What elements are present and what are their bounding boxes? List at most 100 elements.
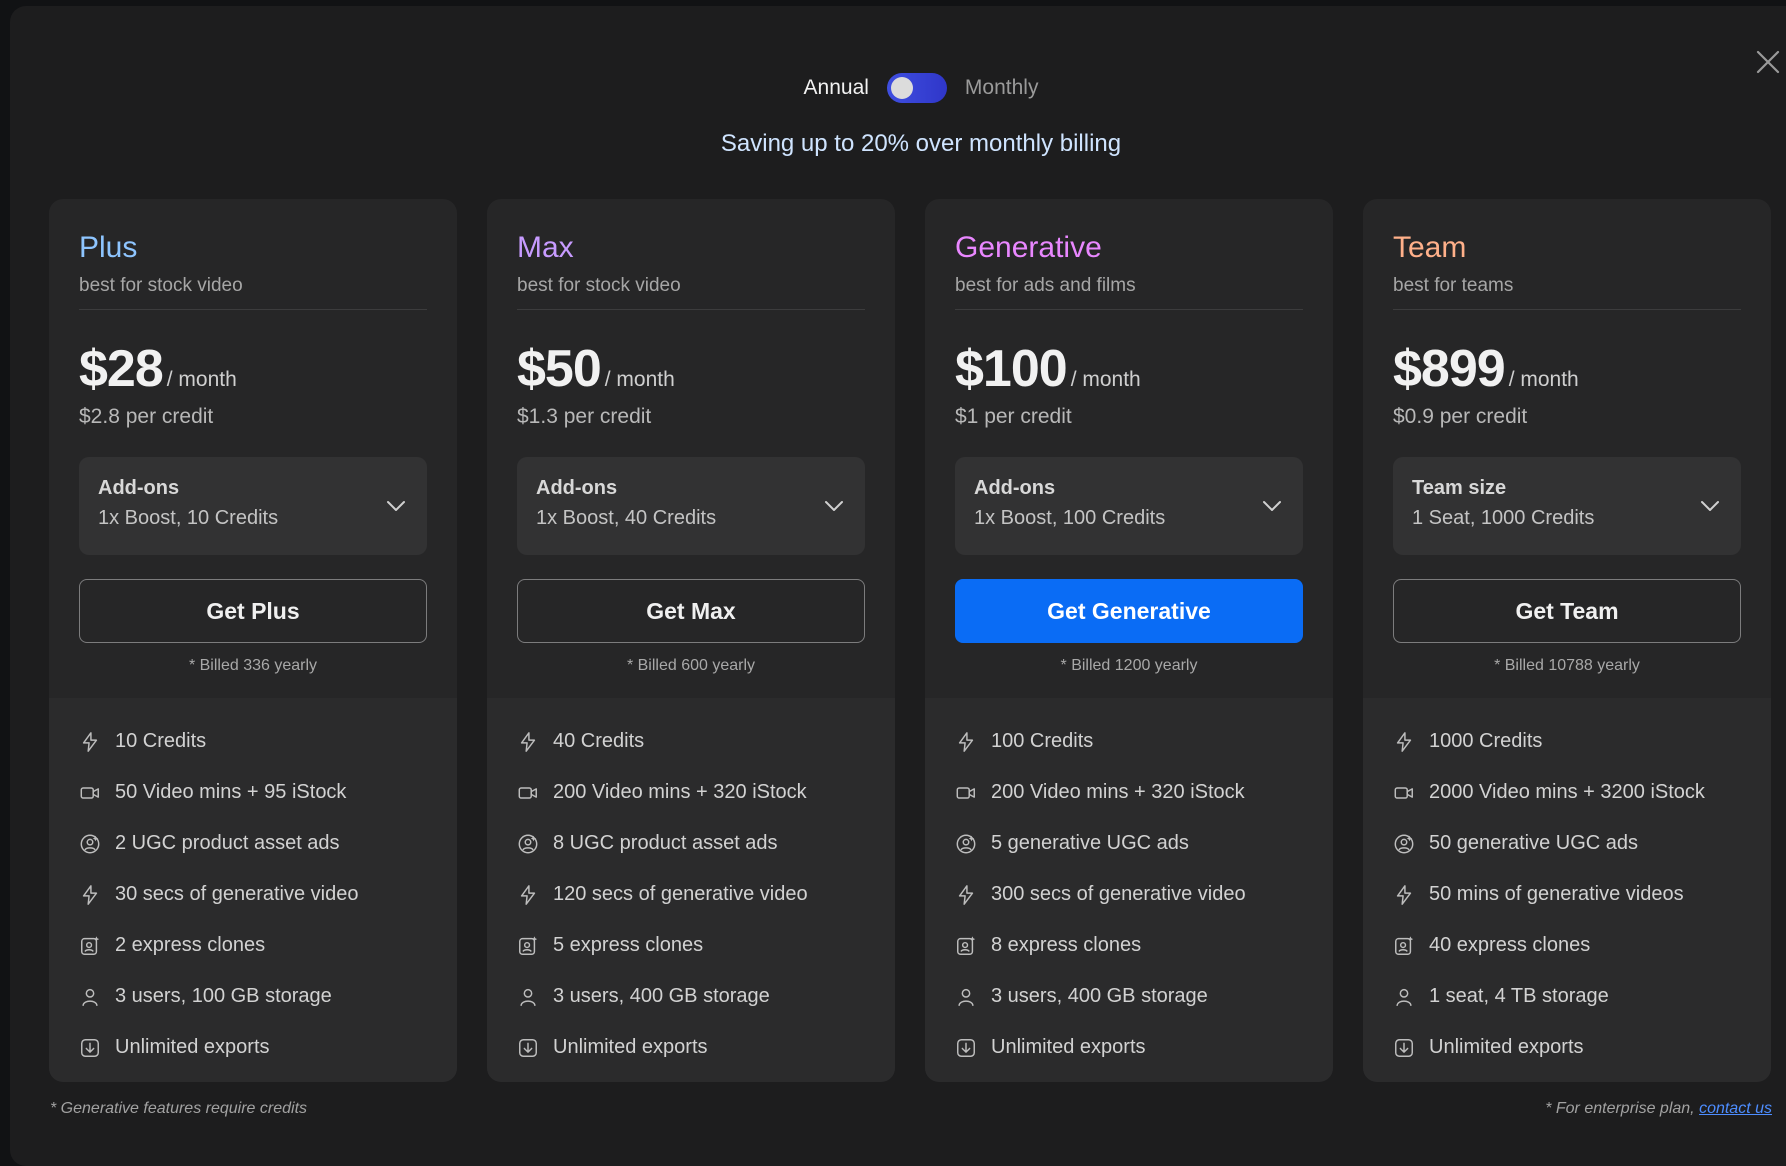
feature-list: 40 Credits 200 Video mins + 320 iStock 8… bbox=[517, 716, 808, 1073]
list-item: 5 generative UGC ads bbox=[955, 818, 1246, 869]
feature-text: Unlimited exports bbox=[553, 1036, 708, 1058]
feature-text: 40 Credits bbox=[553, 730, 645, 752]
billed-note: * Billed 1200 yearly bbox=[1060, 657, 1198, 674]
ugc-avatar-icon bbox=[80, 834, 100, 853]
feature-list: 10 Credits 50 Video mins + 95 iStock 2 U… bbox=[79, 716, 359, 1073]
feature-text: 2 express clones bbox=[115, 934, 266, 956]
list-item: 200 Video mins + 320 iStock bbox=[517, 767, 808, 818]
feature-text: 300 secs of generative video bbox=[991, 883, 1246, 905]
feature-text: 3 users, 400 GB storage bbox=[553, 985, 770, 1007]
download-icon bbox=[519, 1038, 537, 1057]
plan-subtitle: best for stock video bbox=[517, 275, 681, 296]
billing-period-switch[interactable] bbox=[886, 73, 947, 103]
feature-text: 100 Credits bbox=[991, 730, 1094, 752]
list-item: 1 seat, 4 TB storage bbox=[1393, 971, 1705, 1022]
billed-note: * Billed 600 yearly bbox=[626, 657, 756, 674]
list-item: 3 users, 400 GB storage bbox=[955, 971, 1246, 1022]
plan-card-plus: Plus best for stock video $28 / month $2… bbox=[49, 199, 457, 1082]
download-icon bbox=[957, 1038, 975, 1057]
bolt-icon bbox=[82, 731, 98, 752]
feature-text: 50 Video mins + 95 iStock bbox=[115, 781, 347, 803]
ugc-avatar-icon bbox=[956, 834, 976, 853]
list-item: 2 express clones bbox=[79, 920, 359, 971]
plan-name: Plus bbox=[79, 231, 138, 264]
plan-card-max: Max best for stock video $50 / month $1.… bbox=[487, 199, 895, 1082]
feature-text: 8 express clones bbox=[991, 934, 1142, 956]
get-generative-button[interactable]: Get Generative bbox=[955, 579, 1303, 643]
list-item: 3 users, 400 GB storage bbox=[517, 971, 808, 1022]
plan-price: $100 bbox=[955, 340, 1068, 398]
per-credit-price: $2.8 per credit bbox=[79, 405, 214, 428]
list-item: 40 Credits bbox=[517, 716, 808, 767]
addon-title: Add-ons bbox=[974, 477, 1056, 499]
list-item: 50 generative UGC ads bbox=[1393, 818, 1705, 869]
get-max-button[interactable]: Get Max bbox=[517, 579, 865, 643]
plan-price: $899 bbox=[1393, 340, 1506, 398]
list-item: Unlimited exports bbox=[79, 1022, 359, 1073]
saving-text: Saving up to 20% over monthly billing bbox=[720, 130, 1122, 157]
plan-name: Generative bbox=[955, 231, 1102, 264]
feature-text: 3 users, 400 GB storage bbox=[991, 985, 1208, 1007]
team-size-dropdown[interactable]: Team size 1 Seat, 1000 Credits bbox=[1393, 457, 1741, 555]
feature-text: Unlimited exports bbox=[1429, 1036, 1584, 1058]
list-item: 50 Video mins + 95 iStock bbox=[79, 767, 359, 818]
addons-dropdown[interactable]: Add-ons 1x Boost, 40 Credits bbox=[517, 457, 865, 555]
ugc-avatar-icon bbox=[518, 834, 538, 853]
chevron-down-icon bbox=[825, 501, 843, 511]
chevron-down-icon bbox=[387, 501, 405, 511]
list-item: 40 express clones bbox=[1393, 920, 1705, 971]
plan-price: $28 bbox=[79, 340, 164, 398]
get-team-button[interactable]: Get Team bbox=[1393, 579, 1741, 643]
list-item: Unlimited exports bbox=[517, 1022, 808, 1073]
plan-name: Max bbox=[517, 231, 574, 264]
feature-text: 200 Video mins + 320 iStock bbox=[991, 781, 1245, 803]
list-item: 3 users, 100 GB storage bbox=[79, 971, 359, 1022]
plan-subtitle: best for teams bbox=[1393, 275, 1514, 296]
plan-subtitle: best for ads and films bbox=[955, 275, 1136, 296]
plan-price: $50 bbox=[517, 340, 602, 398]
list-item: 2000 Video mins + 3200 iStock bbox=[1393, 767, 1705, 818]
divider bbox=[79, 309, 427, 310]
feature-text: 3 users, 100 GB storage bbox=[115, 985, 332, 1007]
feature-text: 200 Video mins + 320 iStock bbox=[553, 781, 807, 803]
divider bbox=[955, 309, 1303, 310]
price-row: $100 / month bbox=[955, 339, 1141, 399]
addons-dropdown[interactable]: Add-ons 1x Boost, 100 Credits bbox=[955, 457, 1303, 555]
bolt-icon bbox=[520, 884, 536, 905]
list-item: 10 Credits bbox=[79, 716, 359, 767]
per-credit-price: $1.3 per credit bbox=[517, 405, 652, 428]
addons-dropdown[interactable]: Add-ons 1x Boost, 10 Credits bbox=[79, 457, 427, 555]
feature-text: 1000 Credits bbox=[1429, 730, 1543, 752]
chevron-down-icon bbox=[1263, 501, 1281, 511]
list-item: 50 mins of generative videos bbox=[1393, 869, 1705, 920]
plan-name: Team bbox=[1393, 231, 1467, 264]
billing-toggle-row: Annual Monthly bbox=[10, 68, 1786, 108]
addon-title: Team size bbox=[1412, 477, 1507, 499]
addon-value: 1x Boost, 10 Credits bbox=[98, 507, 279, 529]
feature-text: 8 UGC product asset ads bbox=[553, 832, 778, 854]
addon-value: 1 Seat, 1000 Credits bbox=[1412, 507, 1595, 529]
list-item: 1000 Credits bbox=[1393, 716, 1705, 767]
video-camera-icon bbox=[956, 786, 975, 799]
feature-text: 1 seat, 4 TB storage bbox=[1429, 985, 1609, 1007]
feature-text: 50 mins of generative videos bbox=[1429, 883, 1684, 905]
addon-value: 1x Boost, 100 Credits bbox=[974, 507, 1166, 529]
price-row: $28 / month bbox=[79, 339, 237, 399]
video-camera-icon bbox=[518, 786, 537, 799]
bolt-icon bbox=[958, 731, 974, 752]
user-icon bbox=[958, 988, 974, 1006]
contact-us-link[interactable]: contact us bbox=[1699, 1100, 1772, 1117]
per-credit-price: $1 per credit bbox=[955, 405, 1072, 428]
user-icon bbox=[82, 988, 98, 1006]
list-item: 300 secs of generative video bbox=[955, 869, 1246, 920]
billed-note: * Billed 10788 yearly bbox=[1494, 657, 1640, 674]
price-period: / month bbox=[1070, 368, 1141, 391]
bolt-icon bbox=[1396, 731, 1412, 752]
annual-label[interactable]: Annual bbox=[804, 76, 869, 100]
price-period: / month bbox=[604, 368, 675, 391]
user-icon bbox=[1396, 988, 1412, 1006]
get-plus-button[interactable]: Get Plus bbox=[79, 579, 427, 643]
monthly-label[interactable]: Monthly bbox=[965, 76, 1039, 100]
billed-note: * Billed 336 yearly bbox=[188, 657, 318, 674]
list-item: 5 express clones bbox=[517, 920, 808, 971]
